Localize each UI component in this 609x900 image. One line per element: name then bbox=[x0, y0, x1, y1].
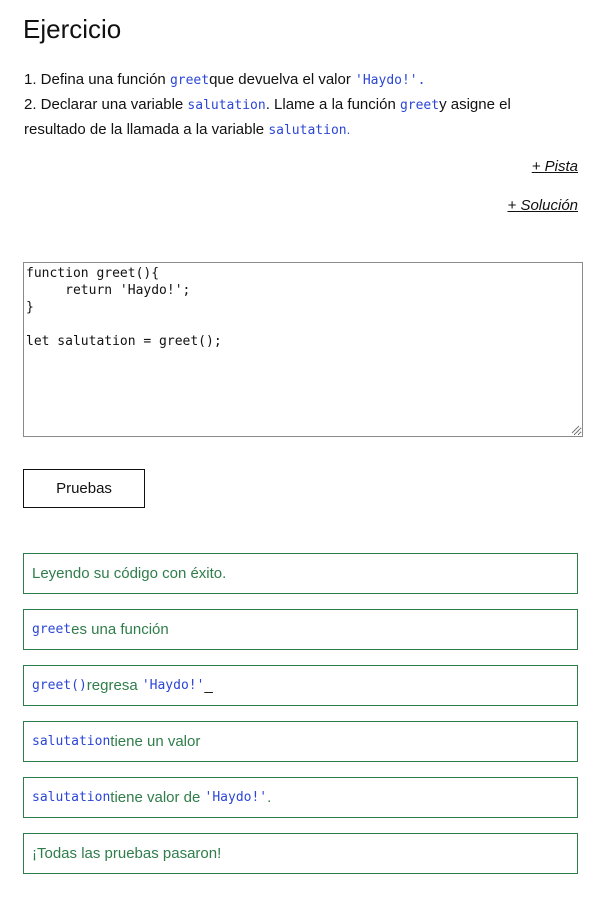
result-text: es una función bbox=[71, 621, 169, 638]
hint-link[interactable]: + Pista bbox=[532, 158, 578, 175]
test-result-greet-function: greet es una función bbox=[23, 609, 578, 650]
instruction-1: 1. Defina una función greetque devuelva … bbox=[24, 68, 584, 93]
code-editor[interactable] bbox=[23, 262, 583, 437]
instruction-2: 2. Declarar una variable salutation. Lla… bbox=[24, 93, 584, 118]
instruction-text: 2. Declarar una variable bbox=[24, 96, 188, 113]
solution-link[interactable]: + Solución bbox=[508, 197, 578, 214]
result-text: tiene valor de bbox=[110, 789, 205, 806]
result-text: . bbox=[267, 789, 272, 806]
test-result-all-passed: ¡Todas las pruebas pasaron! bbox=[23, 833, 578, 874]
instruction-text: 1. Defina una función bbox=[24, 71, 170, 88]
result-code: 'Haydo!' bbox=[141, 678, 205, 693]
instruction-text: que devuelva el valor bbox=[209, 71, 356, 88]
test-result-salutation-has-value: salutation tiene un valor bbox=[23, 721, 578, 762]
result-text: regresa bbox=[86, 677, 142, 694]
inline-code: greet bbox=[169, 73, 210, 88]
exercise-instructions: 1. Defina una función greetque devuelva … bbox=[24, 68, 584, 143]
result-text: ¡Todas las pruebas pasaron! bbox=[32, 845, 222, 862]
result-code: salutation bbox=[32, 734, 111, 749]
inline-code: greet bbox=[399, 98, 440, 113]
result-text: tiene un valor bbox=[110, 733, 201, 750]
result-text: Leyendo su código con éxito. bbox=[32, 565, 227, 582]
inline-code: salutation bbox=[187, 98, 266, 113]
test-result-greet-returns: greet() regresa 'Haydo!' _ bbox=[23, 665, 578, 706]
result-code: salutation bbox=[32, 790, 111, 805]
result-text: _ bbox=[204, 677, 213, 694]
result-code: 'Haydo!' bbox=[204, 790, 268, 805]
instruction-punct: . bbox=[346, 122, 351, 137]
instruction-text: . Llame a la función bbox=[265, 96, 400, 113]
result-code: greet bbox=[32, 622, 72, 637]
run-tests-button[interactable]: Pruebas bbox=[23, 469, 145, 508]
result-code: greet() bbox=[32, 678, 87, 693]
resize-grip-icon[interactable] bbox=[570, 424, 580, 434]
inline-code: 'Haydo!' bbox=[355, 73, 418, 88]
instruction-text: y asigne el bbox=[439, 96, 511, 113]
test-result-read-code: Leyendo su código con éxito. bbox=[23, 553, 578, 594]
instruction-3: resultado de la llamada a la variable sa… bbox=[24, 118, 584, 143]
instruction-text: resultado de la llamada a la variable bbox=[24, 121, 269, 138]
instruction-punct: . bbox=[417, 73, 426, 88]
page-title: Ejercicio bbox=[23, 14, 122, 44]
inline-code: salutation bbox=[268, 123, 347, 138]
test-result-salutation-value: salutation tiene valor de 'Haydo!'. bbox=[23, 777, 578, 818]
